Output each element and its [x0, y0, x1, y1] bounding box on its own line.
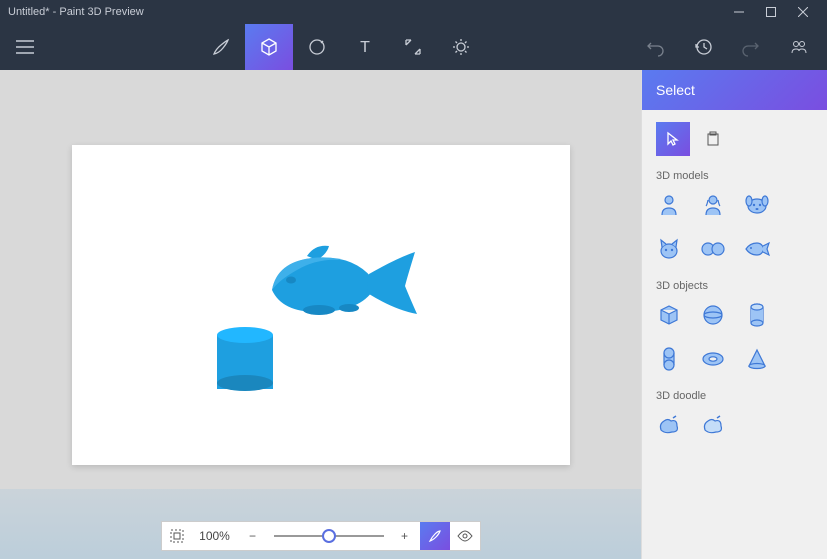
- sidebar-header: Select: [642, 70, 827, 110]
- close-button[interactable]: [787, 0, 819, 24]
- 3d-tool[interactable]: [245, 24, 293, 70]
- zoom-slider[interactable]: [274, 535, 384, 537]
- model-cat[interactable]: [656, 236, 682, 262]
- zoom-out-button[interactable]: −: [238, 522, 268, 550]
- sidebar: Select 3D models 3D objects: [641, 70, 827, 559]
- object-torus[interactable]: [700, 346, 726, 372]
- model-dog[interactable]: [744, 192, 770, 218]
- doodle-section-label: 3D doodle: [656, 390, 813, 402]
- view-mode-brush[interactable]: [420, 522, 450, 550]
- effects-tool[interactable]: [437, 24, 485, 70]
- window-title: Untitled* - Paint 3D Preview: [8, 6, 723, 18]
- zoom-value: 100%: [192, 529, 238, 543]
- model-woman[interactable]: [700, 192, 726, 218]
- text-tool[interactable]: T: [341, 24, 389, 70]
- object-cube[interactable]: [656, 302, 682, 328]
- fish-model[interactable]: [257, 240, 421, 330]
- menu-button[interactable]: [0, 24, 50, 70]
- paste-tool[interactable]: [696, 122, 730, 156]
- canvas-area[interactable]: 100% − +: [0, 70, 641, 559]
- maximize-button[interactable]: [755, 0, 787, 24]
- doodle-sharp[interactable]: [700, 412, 726, 438]
- title-bar: Untitled* - Paint 3D Preview: [0, 0, 827, 24]
- model-man[interactable]: [656, 192, 682, 218]
- doodle-soft[interactable]: [656, 412, 682, 438]
- svg-text:T: T: [360, 39, 370, 56]
- doodle-grid: [656, 412, 813, 438]
- object-capsule[interactable]: [656, 346, 682, 372]
- brush-tool[interactable]: [197, 24, 245, 70]
- model-fish[interactable]: [744, 236, 770, 262]
- transform-tool[interactable]: [389, 24, 437, 70]
- objects-section-label: 3D objects: [656, 280, 813, 292]
- objects-grid: [656, 302, 813, 372]
- zoom-bar: 100% − +: [161, 521, 481, 551]
- cylinder-object[interactable]: [217, 327, 273, 391]
- view-mode-eye[interactable]: [450, 522, 480, 550]
- models-section-label: 3D models: [656, 170, 813, 182]
- object-cone[interactable]: [744, 346, 770, 372]
- model-ears[interactable]: [700, 236, 726, 262]
- minimize-button[interactable]: [723, 0, 755, 24]
- zoom-in-button[interactable]: +: [390, 522, 420, 550]
- community-button[interactable]: [775, 24, 823, 70]
- history-button[interactable]: [679, 24, 727, 70]
- models-grid: [656, 192, 813, 262]
- select-cursor-tool[interactable]: [656, 122, 690, 156]
- canvas[interactable]: [72, 145, 570, 465]
- undo-button[interactable]: [631, 24, 679, 70]
- object-sphere[interactable]: [700, 302, 726, 328]
- redo-button[interactable]: [727, 24, 775, 70]
- fit-screen-button[interactable]: [162, 522, 192, 550]
- shapes-tool[interactable]: [293, 24, 341, 70]
- main-toolbar: T: [0, 24, 827, 70]
- object-cylinder[interactable]: [744, 302, 770, 328]
